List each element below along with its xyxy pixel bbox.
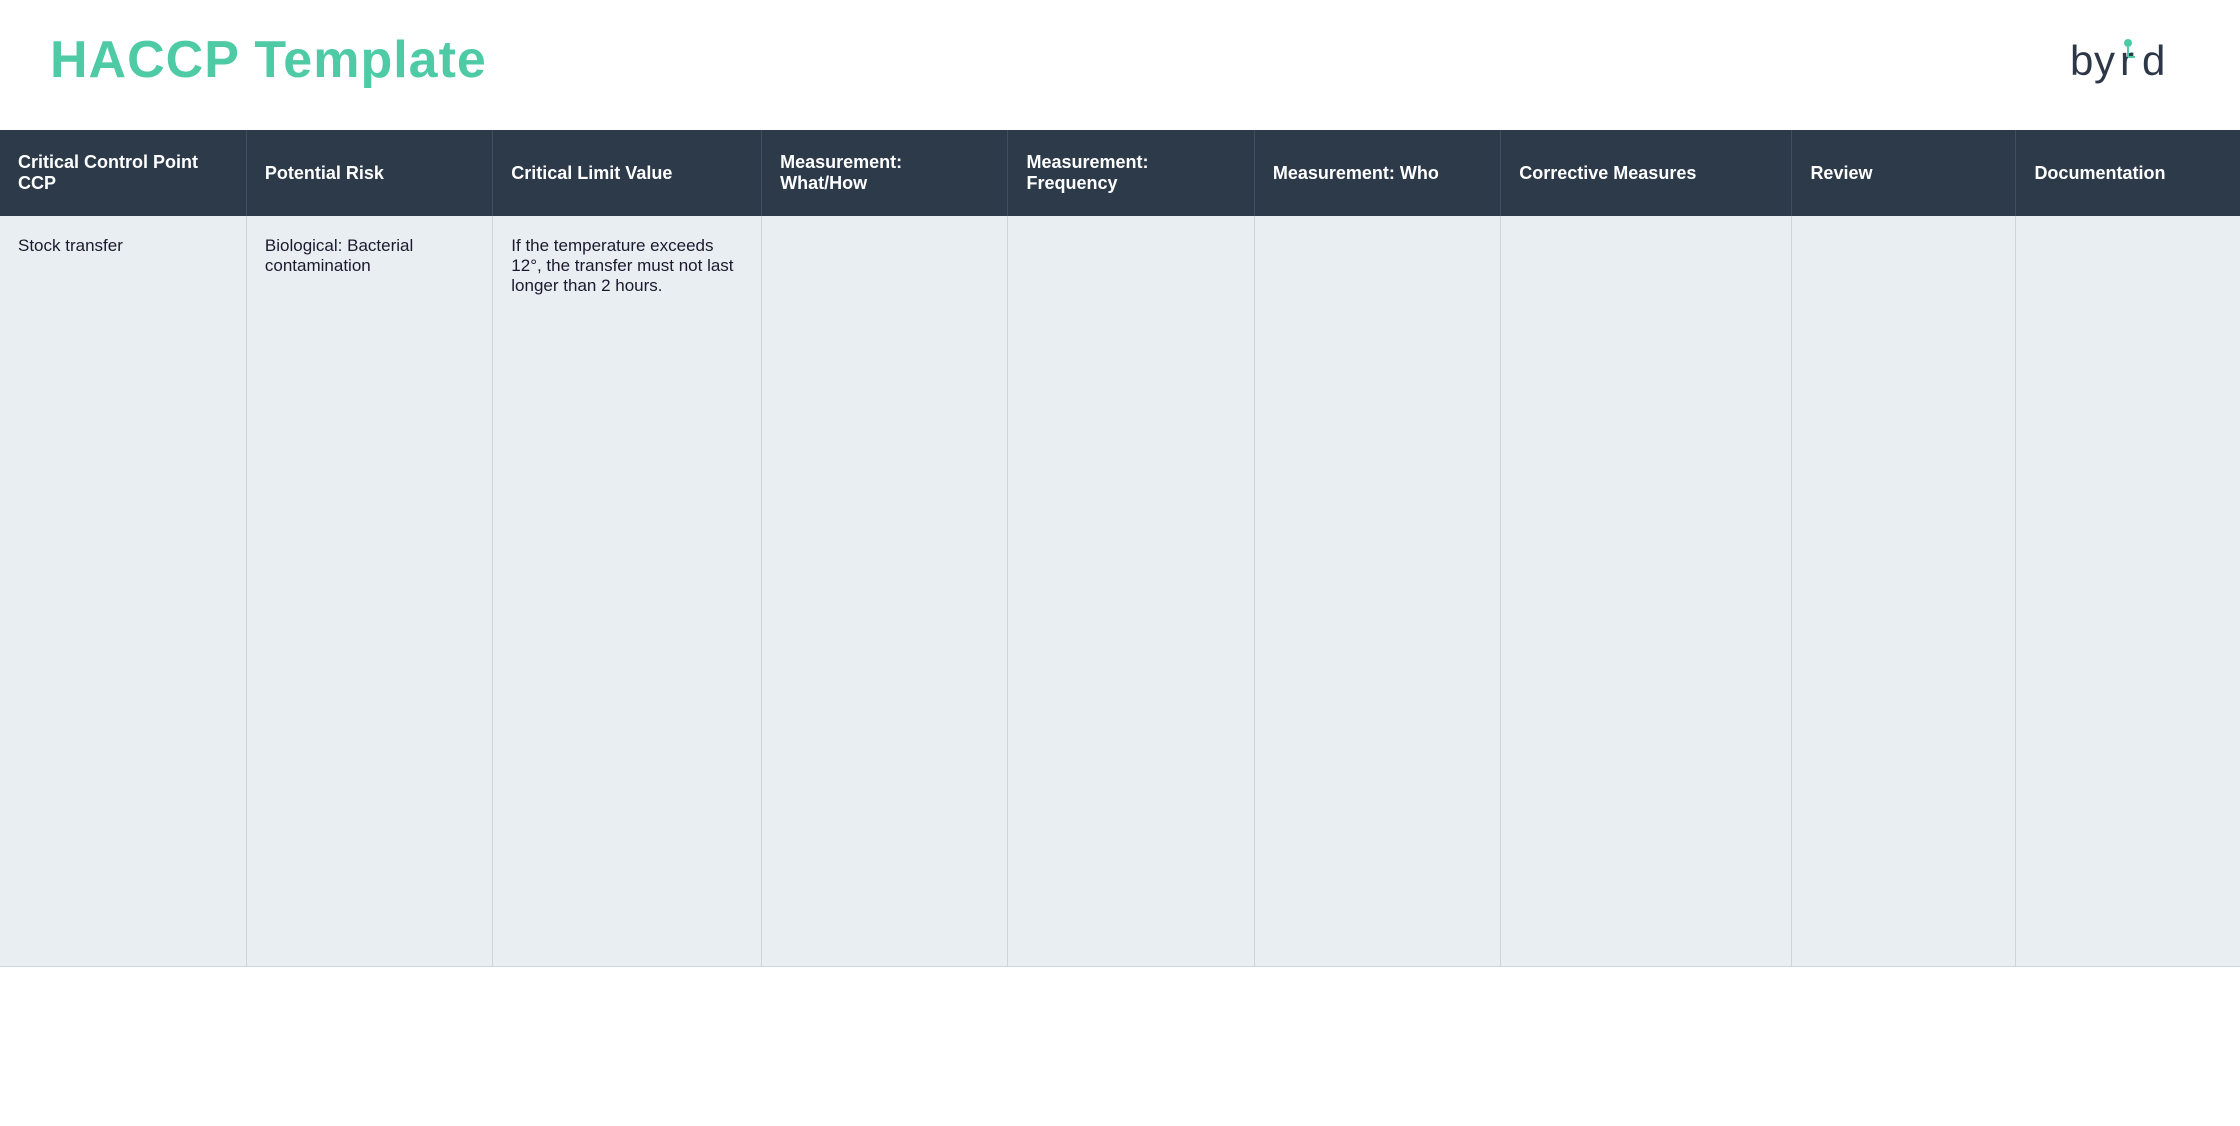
col-header-ccp: Critical Control Point CCP bbox=[0, 130, 246, 216]
cell-whathow[interactable] bbox=[762, 216, 1008, 966]
cell-frequency[interactable] bbox=[1008, 216, 1254, 966]
page-title: HACCP Template bbox=[50, 30, 487, 90]
cell-who[interactable] bbox=[1254, 216, 1500, 966]
page-header: HACCP Template b y r d bbox=[0, 0, 2240, 110]
col-header-frequency: Measurement: Frequency bbox=[1008, 130, 1254, 216]
logo-icon: b y r d bbox=[2070, 35, 2190, 85]
col-header-risk: Potential Risk bbox=[246, 130, 492, 216]
col-header-documentation: Documentation bbox=[2016, 130, 2240, 216]
col-header-review: Review bbox=[1792, 130, 2016, 216]
table-row: Stock transfer Biological: Bacterial con… bbox=[0, 216, 2240, 966]
col-header-whathow: Measurement: What/How bbox=[762, 130, 1008, 216]
col-header-who: Measurement: Who bbox=[1254, 130, 1500, 216]
svg-text:y: y bbox=[2094, 37, 2115, 84]
cell-ccp[interactable]: Stock transfer bbox=[0, 216, 246, 966]
page: HACCP Template b y r d bbox=[0, 0, 2240, 1126]
cell-risk[interactable]: Biological: Bacterial contamination bbox=[246, 216, 492, 966]
cell-review[interactable] bbox=[1792, 216, 2016, 966]
svg-text:d: d bbox=[2142, 37, 2165, 84]
cell-corrective[interactable] bbox=[1501, 216, 1792, 966]
col-header-limit: Critical Limit Value bbox=[493, 130, 762, 216]
haccp-table: Critical Control Point CCP Potential Ris… bbox=[0, 130, 2240, 967]
svg-text:b: b bbox=[2070, 37, 2093, 84]
logo: b y r d bbox=[2070, 35, 2190, 85]
cell-documentation[interactable] bbox=[2016, 216, 2240, 966]
col-header-corrective: Corrective Measures bbox=[1501, 130, 1792, 216]
table-header-row: Critical Control Point CCP Potential Ris… bbox=[0, 130, 2240, 216]
haccp-table-container: Critical Control Point CCP Potential Ris… bbox=[0, 130, 2240, 967]
cell-limit[interactable]: If the temperature exceeds 12°, the tran… bbox=[493, 216, 762, 966]
